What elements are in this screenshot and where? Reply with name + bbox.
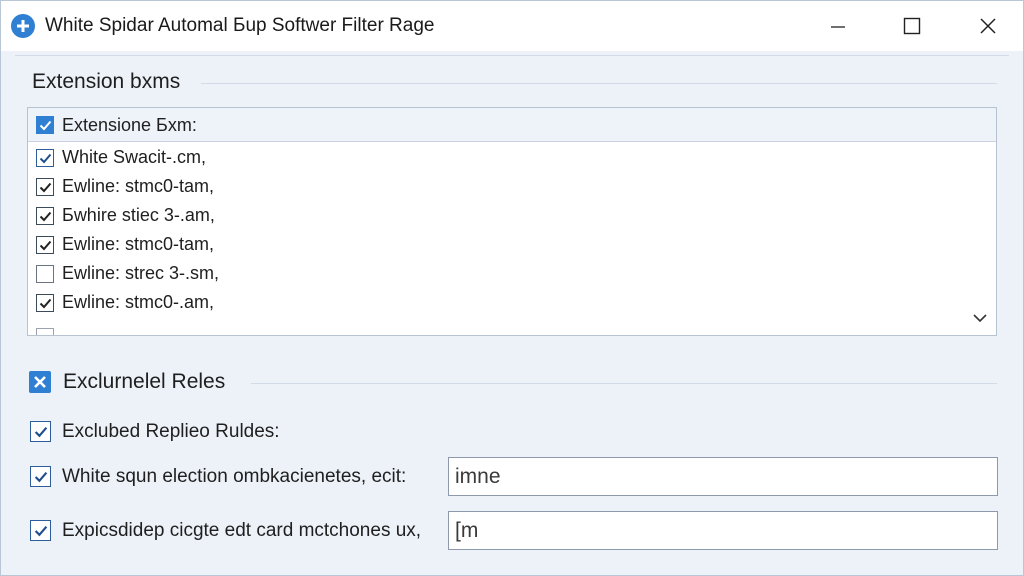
item-label: Ewline: strec 3-.sm, [62, 263, 220, 283]
checkmark-icon [39, 211, 51, 221]
item-label: Ewline: stmc0-.am, [62, 292, 215, 312]
expression-input[interactable]: [m [448, 511, 998, 550]
list-item[interactable]: Ewline: stmc0-tam, [28, 173, 996, 202]
item-checkbox[interactable] [36, 236, 54, 254]
checkmark-icon [39, 240, 51, 250]
excluded-separator [251, 383, 997, 384]
checkmark-icon [34, 471, 47, 482]
item-checkbox[interactable] [36, 265, 54, 283]
list-item[interactable]: White Swacit-.cm, [28, 144, 996, 173]
excluded-x-icon[interactable] [29, 371, 51, 393]
checkmark-icon [34, 426, 47, 437]
close-button[interactable] [959, 1, 1017, 51]
item-checkbox[interactable] [36, 207, 54, 225]
extension-list[interactable]: Extensione Бxm: White Swacit-.cm, Ewline… [27, 107, 997, 336]
header-checkbox[interactable] [36, 116, 54, 134]
extension-separator [201, 83, 997, 84]
item-checkbox[interactable] [36, 328, 54, 335]
checkmark-icon [39, 182, 51, 192]
list-item[interactable]: Ewline: stmc0-.am, [28, 289, 996, 318]
item-checkbox[interactable] [36, 178, 54, 196]
checkmark-icon [39, 153, 51, 163]
item-checkbox[interactable] [36, 149, 54, 167]
extension-header-label: Extensione Бxm: [62, 115, 197, 135]
checkmark-icon [39, 298, 51, 308]
item-label: White Swacit-.cm, [62, 147, 207, 167]
close-icon [980, 18, 996, 34]
item-checkbox[interactable] [36, 294, 54, 312]
list-item[interactable]: Ewline: strec 3-.sm, [28, 260, 996, 289]
list-item[interactable]: Ewline: stmc0-tam, [28, 231, 996, 260]
title-bar: White Spidar Automal Бup Softwer Filter … [1, 1, 1023, 51]
top-separator [15, 55, 1009, 56]
checkmark-icon [34, 525, 47, 536]
item-label: Ewline: stmc0-tam, [62, 234, 215, 254]
selection-checkbox[interactable] [30, 466, 51, 487]
expression-label: Expicsdidep cicgte edt card mctchones ux… [62, 520, 422, 541]
excluded-section-title: Exclurnelel Reles [63, 370, 226, 393]
plus-circle-icon [11, 14, 35, 38]
minimize-button[interactable] [809, 1, 867, 51]
maximize-icon [903, 17, 921, 35]
extension-list-header[interactable]: Extensione Бxm: [28, 108, 996, 142]
item-label: Ewline: stmc0-tam, [62, 176, 215, 196]
chevron-down-icon[interactable] [972, 312, 988, 324]
item-label: Бwhire stiec 3-.am, [62, 205, 215, 225]
expression-checkbox[interactable] [30, 520, 51, 541]
minimize-icon [831, 26, 845, 28]
maximize-button[interactable] [883, 1, 941, 51]
list-item[interactable]: Бwhire stiec 3-.am, [28, 202, 996, 231]
selection-input[interactable]: imne [448, 457, 998, 496]
window-title: White Spidar Automal Бup Softwer Filter … [45, 15, 435, 36]
checkmark-icon [39, 120, 51, 130]
extension-section-title: Extension bxms [32, 70, 181, 93]
selection-label: White squn election ombkacienetes, ecit: [62, 466, 407, 487]
excluded-rules-checkbox[interactable] [30, 421, 51, 442]
filter-window: White Spidar Automal Бup Softwer Filter … [0, 0, 1024, 576]
excluded-rules-label: Exclubed Replieo Ruldes: [62, 421, 280, 442]
